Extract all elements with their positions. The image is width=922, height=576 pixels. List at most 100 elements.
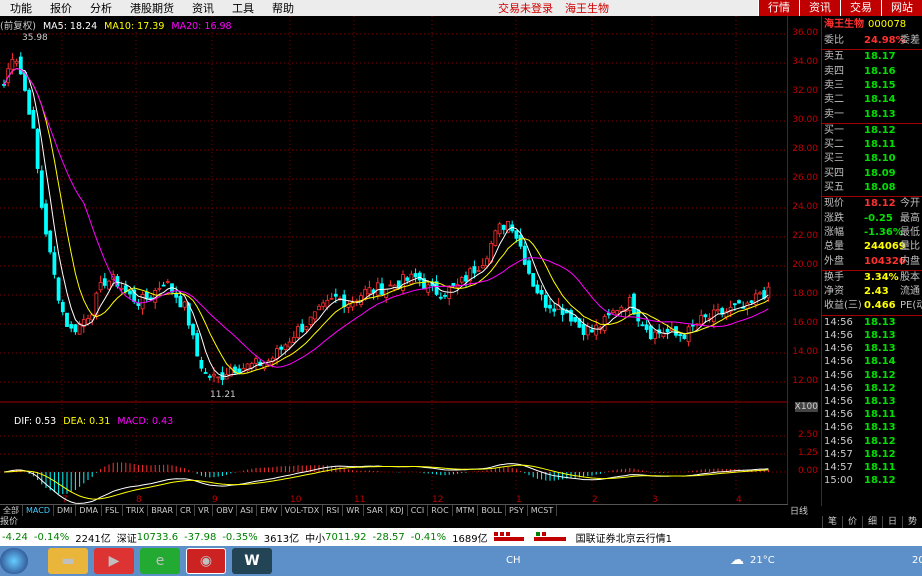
indicator-tab[interactable]: FSL [102,505,123,516]
candle-body [312,311,317,320]
indicator-tab[interactable]: WR [343,505,364,516]
candle-body [279,346,284,350]
indicator-tab[interactable]: DMI [54,505,77,516]
quote-value: 18.16 [864,65,896,77]
price-axis-tick: 28.00 [792,144,818,154]
quote-value: 18.08 [864,182,896,193]
quote-ext-label: 今开 [900,198,920,210]
indicator-tab[interactable]: BRAR [148,505,178,516]
trade-login-status[interactable]: 交易未登录 [492,0,559,16]
indicator-tab[interactable]: MACD [23,505,54,516]
windows-taskbar: ▬ ▶ e ◉ W CH ☁ 21°C 20 [0,546,922,576]
indicator-tab[interactable]: PSY [506,505,528,516]
legend-prefix: (前复权) [0,21,36,32]
menu-item-hk-futures[interactable]: 港股期货 [120,0,182,16]
candle-body [665,328,670,333]
kline-chart-area[interactable]: 7 8 9 10 11 12 1 2 3 4 (前复权) MA5: 18.24 MA10: 17.… [0,16,788,506]
indicator-tab[interactable]: CCI [408,505,429,516]
quote-row-ask: 卖一 18.13 [822,108,922,122]
zx-pct: -0.41% [410,531,447,543]
broker-name[interactable]: 国联证券北京云行情1 [576,530,672,545]
candle-body [107,280,111,290]
quote-row-stat: 现价 18.12 今开 [822,197,922,211]
tick-time: 14:56 [824,356,853,368]
menu-item-help[interactable]: 帮助 [262,0,302,16]
browser-icon[interactable]: e [140,548,180,574]
tick-time: 14:57 [824,461,853,473]
candle-body [548,304,552,309]
candle-body [254,358,258,364]
menu-item-quote[interactable]: 报价 [40,0,80,16]
candle-body [632,293,636,315]
indicator-tab[interactable]: VR [195,505,214,516]
indicator-tab[interactable]: ASI [237,505,258,516]
candle-body [140,293,145,310]
quote-label: 买二 [824,139,844,151]
indicator-tab[interactable]: EMV [257,505,282,516]
indicator-tab[interactable]: 全部 [0,505,23,516]
explorer-icon[interactable]: ▬ [48,548,88,574]
quote-bottom-tab[interactable]: 笔 [822,516,842,528]
candle-body [69,324,74,329]
legend-macd: MACD: 0.43 [117,416,174,427]
candle-body [207,375,212,378]
quote-label: 卖四 [824,65,844,77]
clock: 20 [912,555,922,566]
tab-website[interactable]: 网站 [881,0,922,16]
indicator-tab[interactable]: KDJ [387,505,408,516]
tab-trade[interactable]: 交易 [840,0,881,16]
start-button-icon[interactable] [0,548,28,574]
tab-quotes[interactable]: 行情 [758,0,799,16]
ma5-line [3,67,769,378]
price-axis-tick: 14.00 [792,347,818,357]
dea-line [3,464,769,500]
indicator-tab[interactable]: VOL-TDX [282,505,324,516]
indicator-tab[interactable]: MCST [528,505,558,516]
quote-bottom-tab[interactable]: 价 [842,516,862,528]
legend-ma10: MA10: 17.39 [104,21,165,32]
sz-amount: 3613亿 [263,533,300,545]
candle-body [86,318,90,325]
indicator-tab[interactable]: MTM [453,505,479,516]
candle-body [594,324,599,336]
candle-body [161,284,166,287]
stock-app-icon[interactable]: ◉ [186,548,226,574]
menu-item-tools[interactable]: 工具 [222,0,262,16]
sz-pct: -0.35% [222,531,258,543]
indicator-tab[interactable]: TRIX [123,505,149,516]
candle-body [522,245,527,265]
macd-axis-tick: 2.50 [797,430,818,440]
tab-news[interactable]: 资讯 [799,0,840,16]
indicator-tab[interactable]: CR [177,505,196,516]
quote-bottom-tab[interactable]: 日 [882,516,902,528]
ma20-line [3,67,769,368]
candle-body [212,373,216,377]
price-axis-tick: 18.00 [792,289,818,299]
report-label[interactable]: 报价 [0,517,18,527]
media-player-icon[interactable]: ▶ [94,548,134,574]
menu-item-news[interactable]: 资讯 [182,0,222,16]
menu-item-function[interactable]: 功能 [0,0,40,16]
word-icon[interactable]: W [232,548,272,574]
candle-body [480,265,485,269]
indicator-tab[interactable]: ROC [428,505,453,516]
quote-label: 买一 [824,124,844,136]
indicator-tab[interactable]: DMA [76,505,102,516]
tick-price: 18.11 [864,461,896,473]
candle-body [464,275,468,282]
candle-body [73,324,78,333]
quote-bottom-tab[interactable]: 细 [862,516,882,528]
sz-change: -37.98 [184,531,217,543]
indicator-tab[interactable]: OBV [213,505,238,516]
indicator-tab[interactable]: SAR [364,505,387,516]
indicator-tab[interactable]: RSI [323,505,344,516]
candle-body [716,309,720,312]
quote-bottom-tab[interactable]: 势 [902,516,922,528]
candle-body [690,324,695,327]
menu-item-analysis[interactable]: 分析 [80,0,120,16]
tick-price: 18.14 [864,356,896,368]
indicator-tab[interactable]: BOLL [478,505,506,516]
input-language[interactable]: CH [506,555,521,566]
candle-body [308,316,313,325]
quote-row-stat: 收益(三)0.466 PE(动) [822,299,922,313]
